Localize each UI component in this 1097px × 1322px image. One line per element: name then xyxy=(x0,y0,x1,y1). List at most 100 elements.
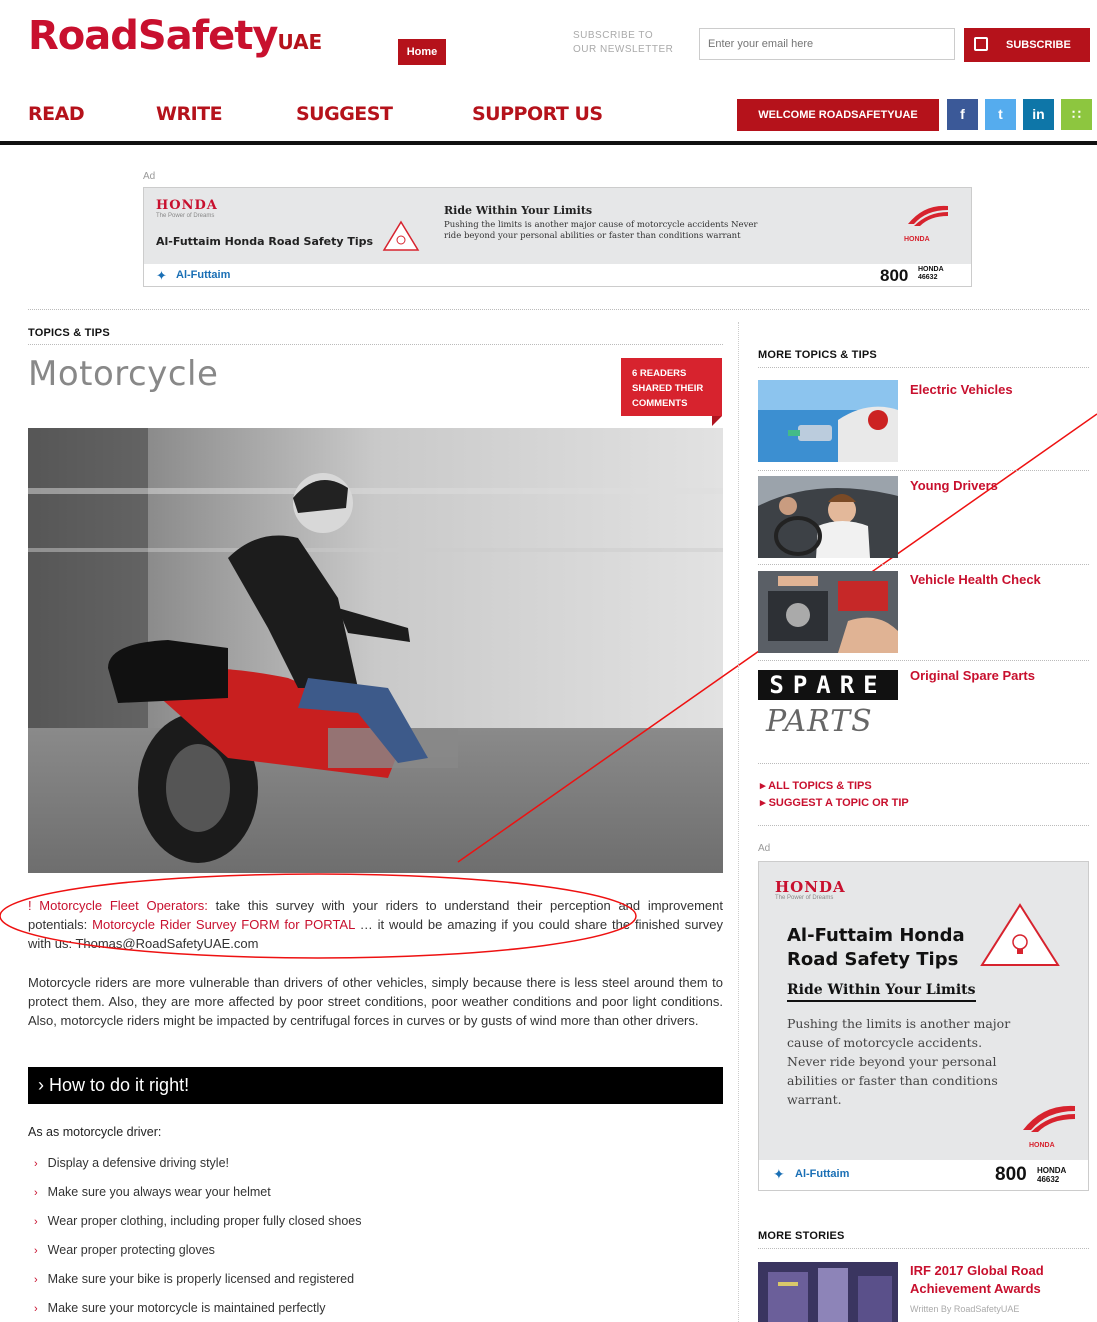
engine-check-image xyxy=(758,571,898,653)
more-topics-rule xyxy=(758,367,1089,368)
story-title-link[interactable]: IRF 2017 Global Road Achievement Awards xyxy=(910,1262,1044,1298)
bullet-icon: › xyxy=(34,1303,38,1315)
story-byline: Written By RoadSafetyUAE xyxy=(910,1304,1020,1314)
nav-write[interactable]: WRITE xyxy=(156,103,223,125)
sidebar-ad-footer: ✦ Al-Futtaim 800 HONDA 46632 xyxy=(759,1160,1088,1190)
top-ad-brand: HONDA xyxy=(156,198,218,213)
bullet-icon: › xyxy=(34,1158,38,1170)
top-ad-phone-word: HONDA xyxy=(918,266,944,273)
list-item: › Display a defensive driving style! xyxy=(34,1156,229,1170)
sidebar-ad-phone-digits: 46632 xyxy=(1037,1175,1060,1184)
top-ad-phone-letters: HONDA 46632 xyxy=(918,266,944,282)
readers-badge-line-1: 6 READERS xyxy=(632,368,687,379)
list-item-text: Display a defensive driving style! xyxy=(47,1156,230,1170)
sidebar-ad-title-line-1: Al-Futtaim Honda xyxy=(787,925,965,946)
survey-form-link[interactable]: Motorcycle Rider Survey FORM for PORTAL xyxy=(92,917,355,932)
top-ad-phone-digits: 46632 xyxy=(918,274,938,281)
all-topics-link[interactable]: ▸ ALL TOPICS & TIPS xyxy=(760,779,872,792)
readers-badge-line-2: SHARED THEIR xyxy=(632,383,704,394)
newsletter-prompt-line-1: SUBSCRIBE TO xyxy=(573,30,654,41)
topic-rule xyxy=(758,660,1089,661)
topic-young-drivers[interactable]: Young Drivers xyxy=(910,478,998,493)
al-futtaim-logo-icon: ✦ xyxy=(156,268,167,283)
top-ad-body-line-1: Pushing the limits is another major caus… xyxy=(444,220,758,230)
welcome-user-button[interactable]: WELCOME ROADSAFETYUAE xyxy=(737,99,939,131)
list-item-text: Make sure you always wear your helmet xyxy=(47,1185,271,1199)
sidebar-ad-logo-word: HONDA xyxy=(1029,1142,1055,1149)
young-drivers-image xyxy=(758,476,898,558)
howto-title: How to do it right! xyxy=(49,1075,190,1095)
warning-bulb-icon xyxy=(980,903,1060,966)
rss-icon[interactable]: ∷ xyxy=(1061,99,1092,130)
sidebar-ad-title: Al-Futtaim Honda Road Safety Tips xyxy=(787,924,965,972)
sidebar-links-rule xyxy=(758,825,1089,826)
survey-lead-link[interactable]: ! Motorcycle Fleet Operators: xyxy=(28,898,208,913)
awards-image xyxy=(758,1262,898,1322)
sidebar-divider xyxy=(738,322,739,1322)
top-ad-banner[interactable]: HONDA The Power of Dreams Al-Futtaim Hon… xyxy=(143,187,972,287)
spare-parts-thumbnail[interactable]: SPARE PARTS xyxy=(758,666,898,748)
sidebar-ad-label: Ad xyxy=(758,843,771,854)
young-drivers-thumbnail[interactable] xyxy=(758,476,898,558)
list-item-text: Make sure your motorcycle is maintained … xyxy=(47,1301,326,1315)
readers-comments-badge[interactable]: 6 READERS SHARED THEIR COMMENTS xyxy=(621,358,722,426)
more-stories-label: MORE STORIES xyxy=(758,1230,845,1242)
sidebar-ad-partner: Al-Futtaim xyxy=(795,1168,850,1180)
nav-support-us[interactable]: SUPPORT US xyxy=(472,103,603,125)
nav-suggest[interactable]: SUGGEST xyxy=(296,103,393,125)
sidebar-ad-title-line-2: Road Safety Tips xyxy=(787,949,959,970)
top-ad-phone: 800 xyxy=(880,266,909,285)
sidebar-ad-brand: HONDA xyxy=(775,878,846,896)
topic-electric-vehicles[interactable]: Electric Vehicles xyxy=(910,382,1013,397)
logo-road-text: Road xyxy=(28,13,139,59)
sidebar-ad-banner[interactable]: HONDA The Power of Dreams Al-Futtaim Hon… xyxy=(758,861,1089,1191)
bullet-icon: › xyxy=(34,1274,38,1286)
top-ad-headline: Ride Within Your Limits xyxy=(444,204,593,217)
logo-uae-text: UAE xyxy=(277,30,323,54)
chevron-right-icon: › xyxy=(38,1075,44,1095)
more-topics-label: MORE TOPICS & TIPS xyxy=(758,349,877,361)
sidebar-ad-tagline: The Power of Dreams xyxy=(775,895,834,901)
story-thumbnail[interactable] xyxy=(758,1262,898,1322)
topic-original-spare-parts[interactable]: Original Spare Parts xyxy=(910,668,1035,683)
top-ad-body: Pushing the limits is another major caus… xyxy=(444,220,757,242)
intro-paragraph: Motorcycle riders are more vulnerable th… xyxy=(28,975,723,1028)
honda-wing-logo-icon xyxy=(1023,1105,1075,1132)
all-topics-label: ALL TOPICS & TIPS xyxy=(768,780,872,792)
facebook-icon[interactable]: f xyxy=(947,99,978,130)
nav-read[interactable]: READ xyxy=(28,103,85,125)
topic-vehicle-health-check[interactable]: Vehicle Health Check xyxy=(910,572,1041,587)
vehicle-health-check-thumbnail[interactable] xyxy=(758,571,898,653)
readers-badge-line-3: COMMENTS xyxy=(632,398,688,409)
subscribe-button[interactable]: SUBSCRIBE xyxy=(964,28,1090,62)
top-ad-tagline: The Power of Dreams xyxy=(156,213,215,219)
list-item: › Make sure your motorcycle is maintained… xyxy=(34,1301,326,1315)
topic-rule xyxy=(758,564,1089,565)
bullet-icon: › xyxy=(34,1245,38,1257)
site-logo[interactable]: RoadSafetyUAE xyxy=(28,14,322,64)
section-rule xyxy=(28,344,723,345)
as-driver-label: As as motorcycle driver: xyxy=(28,1125,162,1139)
home-button[interactable]: Home xyxy=(398,39,446,65)
warning-bulb-icon xyxy=(382,220,420,251)
survey-paragraph: ! Motorcycle Fleet Operators: take this … xyxy=(28,896,723,953)
twitter-icon[interactable]: t xyxy=(985,99,1016,130)
howto-heading: › How to do it right! xyxy=(28,1067,723,1104)
subscribe-button-label: SUBSCRIBE xyxy=(1006,39,1071,51)
top-ad-body-line-2: ride beyond your personal abilities or f… xyxy=(444,231,741,241)
story-title-line-2: Achievement Awards xyxy=(910,1281,1041,1296)
parts-text: PARTS xyxy=(766,704,873,739)
electric-vehicles-thumbnail[interactable] xyxy=(758,380,898,462)
triangle-right-icon: ▸ xyxy=(760,797,769,809)
list-item: › Wear proper clothing, including proper … xyxy=(34,1214,362,1228)
electric-vehicle-image xyxy=(758,380,898,462)
sidebar-ad-body: Pushing the limits is another major caus… xyxy=(787,1016,1011,1107)
newsletter-email-input[interactable] xyxy=(699,28,955,60)
list-item-text: Make sure your bike is properly licensed… xyxy=(47,1272,355,1286)
top-ad-logo-word: HONDA xyxy=(904,236,930,243)
linkedin-icon[interactable]: in xyxy=(1023,99,1054,130)
newsletter-prompt-line-2: OUR NEWSLETTER xyxy=(573,44,674,55)
top-ad-footer: ✦ Al-Futtaim 800 HONDA 46632 xyxy=(144,264,971,286)
suggest-topic-link[interactable]: ▸ SUGGEST A TOPIC OR TIP xyxy=(760,796,909,809)
suggest-topic-label: SUGGEST A TOPIC OR TIP xyxy=(768,797,909,809)
